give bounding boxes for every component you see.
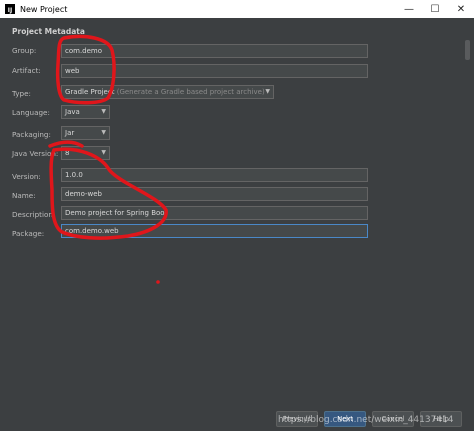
vertical-scrollbar[interactable] [465, 40, 470, 60]
title-bar: IJ New Project — ☐ ✕ [0, 0, 474, 18]
package-input[interactable]: com.demo.web [61, 224, 368, 238]
intellij-app-icon: IJ [5, 4, 15, 14]
group-input[interactable]: com.demo [61, 44, 368, 58]
description-input[interactable]: Demo project for Spring Boot [61, 206, 368, 220]
version-label: Version: [12, 172, 41, 181]
package-label: Package: [12, 229, 45, 238]
chevron-down-icon: ▼ [101, 149, 106, 156]
java-version-label: Java Version: [12, 149, 59, 158]
language-select[interactable]: Java ▼ [61, 105, 110, 119]
annotation-dot [156, 280, 160, 284]
chevron-down-icon: ▼ [265, 88, 270, 95]
java-version-select[interactable]: 8 ▼ [61, 146, 110, 160]
type-select-hint-text: Generate a Gradle based project archive) [119, 88, 265, 96]
description-label: Description: [12, 210, 56, 219]
maximize-button[interactable]: ☐ [422, 0, 448, 18]
java-version-select-value: 8 [65, 149, 70, 157]
close-button[interactable]: ✕ [448, 0, 474, 18]
language-select-value: Java [65, 108, 80, 116]
window-title: New Project [20, 4, 68, 14]
chevron-down-icon: ▼ [101, 129, 106, 136]
artifact-input[interactable]: web [61, 64, 368, 78]
watermark: https://blog.csdn.net/weixin_44137414 [278, 415, 454, 425]
packaging-select-value: Jar [65, 129, 75, 137]
artifact-label: Artifact: [12, 66, 41, 75]
language-label: Language: [12, 108, 50, 117]
group-label: Group: [12, 46, 37, 55]
name-input[interactable]: demo-web [61, 187, 368, 201]
packaging-select[interactable]: Jar ▼ [61, 126, 110, 140]
section-title: Project Metadata [12, 27, 85, 36]
type-select[interactable]: Gradle Project (Generate a Gradle based … [61, 85, 274, 99]
chevron-down-icon: ▼ [101, 108, 106, 115]
type-label: Type: [12, 89, 31, 98]
packaging-label: Packaging: [12, 130, 51, 139]
type-select-value: Gradle Project [65, 88, 115, 96]
type-select-hint: (Generate a Gradle based project archive… [116, 88, 265, 96]
name-label: Name: [12, 191, 36, 200]
version-input[interactable]: 1.0.0 [61, 168, 368, 182]
minimize-button[interactable]: — [396, 0, 422, 18]
